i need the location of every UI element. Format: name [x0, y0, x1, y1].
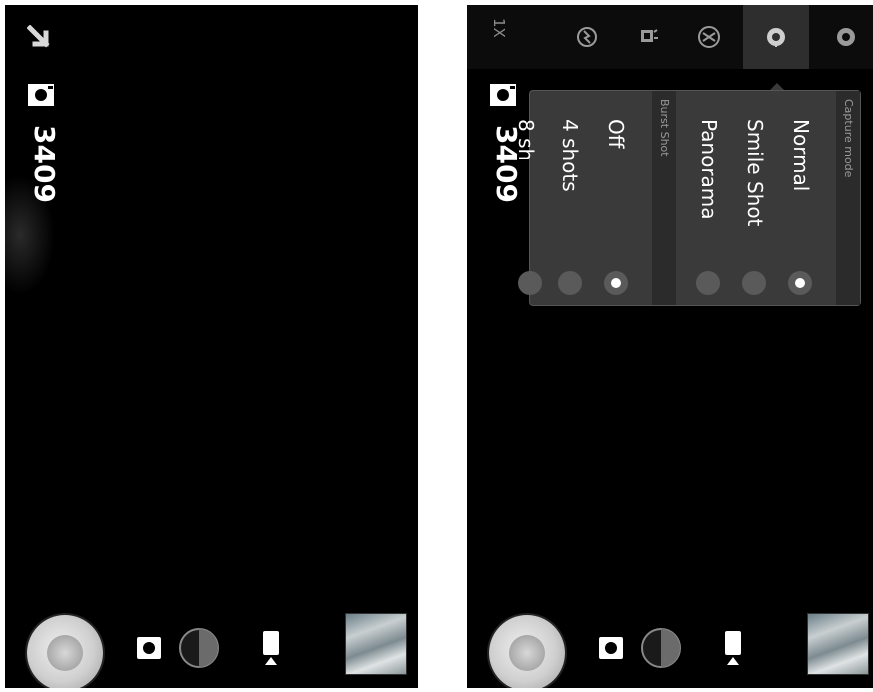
option-8-shots-label[interactable]: 8 shots — [514, 119, 538, 159]
option-off-label[interactable]: Off — [604, 119, 628, 149]
capture-mode-header: Capture mode — [836, 91, 860, 305]
camera-video-mode-switch[interactable] — [597, 625, 747, 671]
top-toolbar: 1X — [467, 5, 873, 69]
camera-icon — [599, 637, 623, 659]
burst-shot-header: Burst Shot — [652, 91, 676, 305]
mode-toggle-knob — [641, 628, 681, 668]
radio-8-shots[interactable] — [518, 271, 542, 295]
shutter-aperture-icon — [47, 635, 83, 671]
settings-button[interactable] — [813, 5, 873, 69]
settings-icon — [837, 28, 855, 46]
brightness-button[interactable] — [615, 5, 681, 69]
radio-panorama[interactable] — [696, 271, 720, 295]
radio-normal[interactable] — [788, 271, 812, 295]
video-camera-icon — [263, 631, 279, 665]
radio-4-shots[interactable] — [558, 271, 582, 295]
flash-icon — [577, 27, 597, 47]
camera-viewfinder-left[interactable]: 3409 — [5, 5, 418, 688]
option-smile-shot-label[interactable]: Smile Shot — [743, 119, 767, 226]
radio-off[interactable] — [604, 271, 628, 295]
zoom-button[interactable]: 1X — [475, 5, 541, 69]
capture-mode-header-label: Capture mode — [842, 99, 855, 178]
camera-icon — [490, 84, 516, 106]
camera-video-mode-switch[interactable] — [135, 625, 285, 671]
brightness-icon — [641, 29, 658, 42]
gallery-thumbnail[interactable] — [345, 613, 407, 675]
effects-icon — [698, 26, 720, 48]
camera-viewfinder-right[interactable]: 1X 3409 Capture mode Normal Smile Shot P… — [467, 5, 873, 688]
shutter-button[interactable] — [27, 615, 103, 688]
flash-button[interactable] — [554, 5, 620, 69]
effects-button[interactable] — [676, 5, 742, 69]
option-panorama-label[interactable]: Panorama — [697, 119, 721, 220]
capture-mode-button[interactable] — [743, 5, 809, 69]
option-4-shots-label[interactable]: 4 shots — [558, 119, 582, 192]
shots-remaining: 3409 — [28, 125, 61, 203]
gallery-thumbnail[interactable] — [807, 613, 869, 675]
camera-icon — [137, 637, 161, 659]
video-camera-icon — [725, 631, 741, 665]
mode-toggle-knob — [179, 628, 219, 668]
capture-mode-icon — [767, 28, 785, 47]
camera-icon — [28, 84, 54, 106]
zoom-label: 1X — [490, 18, 509, 38]
expand-arrow-icon[interactable] — [27, 25, 53, 51]
shutter-aperture-icon — [509, 635, 545, 671]
capture-settings-popup: Capture mode Normal Smile Shot Panorama … — [514, 91, 860, 305]
option-normal-label[interactable]: Normal — [789, 119, 813, 191]
shutter-button[interactable] — [489, 615, 565, 688]
burst-shot-header-label: Burst Shot — [658, 99, 671, 157]
radio-smile-shot[interactable] — [742, 271, 766, 295]
